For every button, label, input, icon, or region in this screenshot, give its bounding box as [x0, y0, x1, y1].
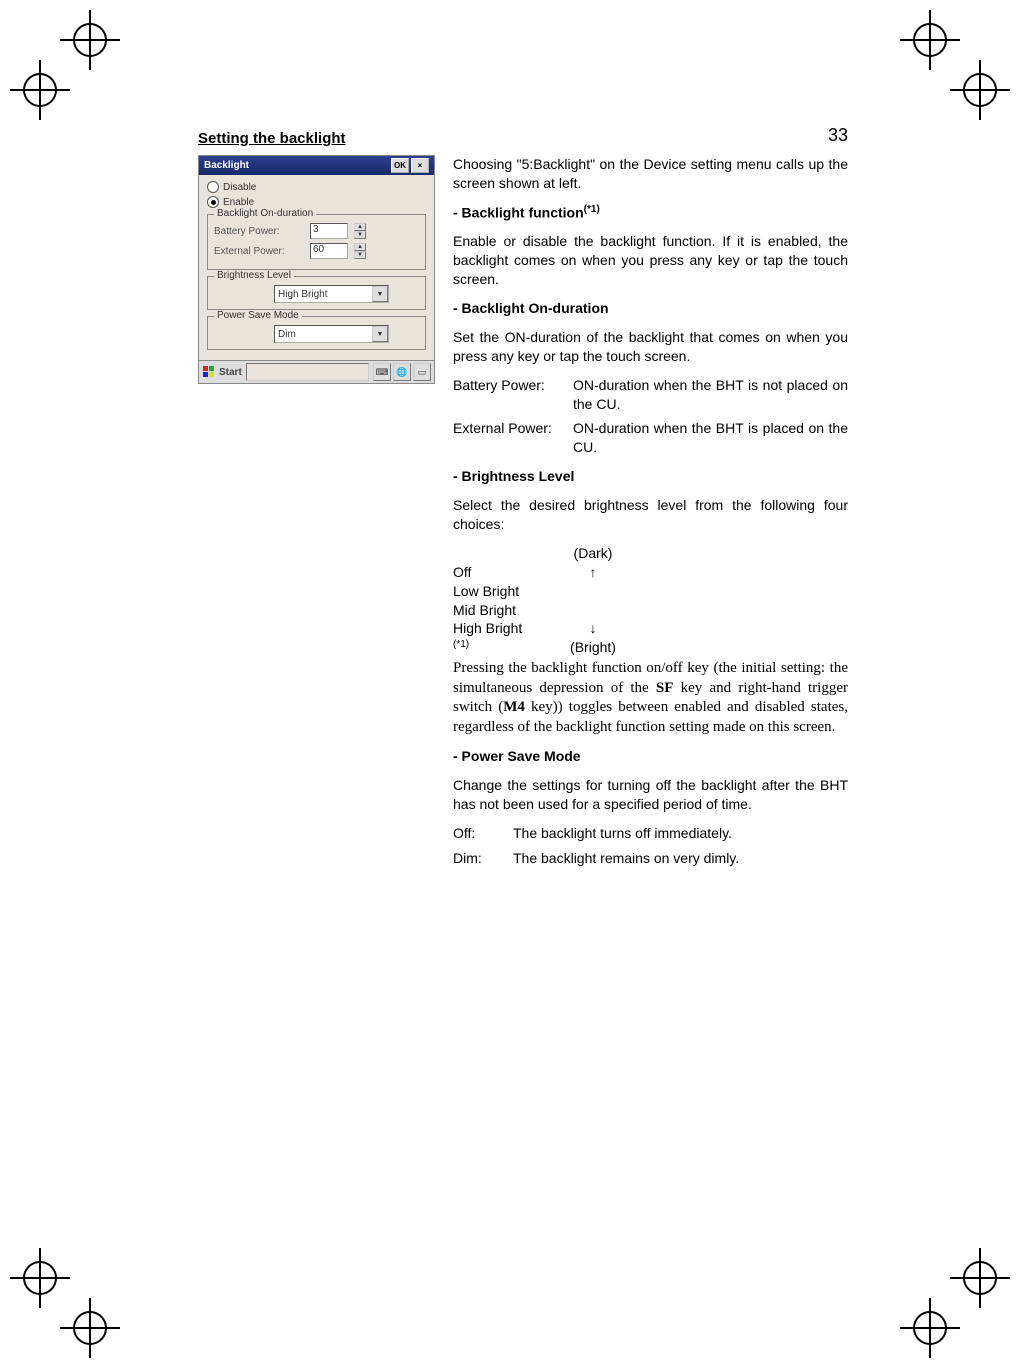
- heading-on-duration: - Backlight On-duration: [453, 299, 848, 318]
- page-number: 33: [828, 125, 848, 146]
- external-spinner[interactable]: ▲▼: [354, 243, 366, 259]
- battery-power-desc: ON-duration when the BHT is not placed o…: [573, 376, 848, 414]
- psm-value: Dim: [278, 329, 296, 340]
- start-button[interactable]: Start: [202, 365, 242, 379]
- group-psm-label: Power Save Mode: [214, 310, 302, 321]
- battery-spinner[interactable]: ▲▼: [354, 223, 366, 239]
- battery-power-input[interactable]: 3: [310, 223, 348, 239]
- battery-power-label: Battery Power:: [214, 226, 304, 237]
- psm-dropdown[interactable]: Dim ▼: [274, 325, 389, 343]
- brightness-dropdown[interactable]: High Bright ▼: [274, 285, 389, 303]
- brightness-value: High Bright: [278, 289, 327, 300]
- dialog-title: Backlight: [204, 160, 249, 171]
- crop-mark-icon: [60, 1298, 120, 1358]
- psm-text: Change the settings for turning off the …: [453, 776, 848, 814]
- start-label: Start: [219, 367, 242, 378]
- chevron-down-icon: ▼: [372, 326, 388, 342]
- crop-mark-icon: [950, 60, 1010, 120]
- external-power-desc: ON-duration when the BHT is placed on th…: [573, 419, 848, 457]
- backlight-function-text: Enable or disable the backlight function…: [453, 232, 848, 289]
- intro-text: Choosing "5:Backlight" on the Device set…: [453, 155, 848, 193]
- backlight-dialog: Backlight OK × Disable Enable Backlight …: [198, 155, 435, 384]
- chevron-down-icon: ▼: [372, 286, 388, 302]
- group-on-duration-label: Backlight On-duration: [214, 208, 316, 219]
- section-title: Setting the backlight: [198, 130, 848, 147]
- external-power-input[interactable]: 60: [310, 243, 348, 259]
- on-duration-text: Set the ON-duration of the backlight tha…: [453, 328, 848, 366]
- radio-enable-label: Enable: [223, 197, 254, 208]
- taskbar-spacer: [246, 363, 369, 381]
- ok-button[interactable]: OK: [391, 158, 409, 173]
- off-desc: The backlight turns off immediately.: [513, 824, 848, 843]
- brightness-text: Select the desired brightness level from…: [453, 496, 848, 534]
- keyboard-icon[interactable]: ⌨: [373, 363, 391, 381]
- dim-desc: The backlight remains on very dimly.: [513, 849, 848, 868]
- battery-power-term: Battery Power:: [453, 376, 573, 414]
- heading-backlight-function: - Backlight function(*1): [453, 203, 848, 223]
- group-brightness-label: Brightness Level: [214, 270, 294, 281]
- radio-disable-label: Disable: [223, 182, 256, 193]
- external-power-term: External Power:: [453, 419, 573, 457]
- crop-mark-icon: [10, 60, 70, 120]
- external-power-label: External Power:: [214, 246, 304, 257]
- dim-term: Dim:: [453, 849, 513, 868]
- brightness-levels-list: (Dark) Off↑ Low Bright Mid Bright High B…: [453, 544, 848, 657]
- desktop-icon[interactable]: ▭: [413, 363, 431, 381]
- footnote-text: Pressing the backlight function on/off k…: [453, 659, 848, 737]
- world-icon[interactable]: 🌐: [393, 363, 411, 381]
- radio-disable[interactable]: [207, 181, 219, 193]
- crop-mark-icon: [900, 1298, 960, 1358]
- close-button[interactable]: ×: [411, 158, 429, 173]
- heading-psm: - Power Save Mode: [453, 747, 848, 766]
- radio-enable[interactable]: [207, 196, 219, 208]
- off-term: Off:: [453, 824, 513, 843]
- windows-icon: [202, 365, 216, 379]
- heading-brightness: - Brightness Level: [453, 467, 848, 486]
